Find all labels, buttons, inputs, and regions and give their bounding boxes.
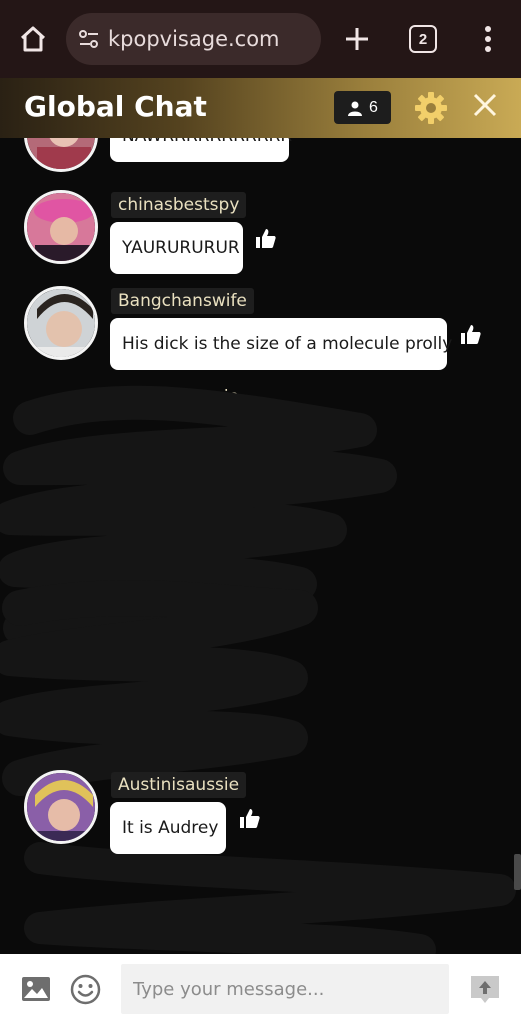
tab-switcher-button[interactable]: 2: [409, 25, 437, 53]
message-input[interactable]: [121, 964, 449, 1014]
site-settings-icon[interactable]: [78, 29, 100, 49]
send-icon[interactable]: [469, 974, 501, 1004]
message-username[interactable]: Austinisaussie: [111, 772, 247, 798]
home-icon[interactable]: [18, 24, 48, 54]
message-text: It is Audrey: [122, 818, 219, 838]
more-vert-icon[interactable]: [476, 22, 500, 56]
user-count: 6: [369, 98, 378, 116]
new-tab-plus-icon[interactable]: [340, 22, 374, 56]
emoji-icon[interactable]: [70, 974, 101, 1005]
message-bubble: It is Audrey: [110, 802, 226, 854]
person-icon: [348, 101, 363, 116]
url-text: kpopvisage.com: [108, 27, 280, 51]
browser-toolbar: kpopvisage.com 2: [0, 0, 521, 78]
message-list[interactable]: NAWRRRRRRRRRRR chinasbestspy YAURURURUR …: [0, 138, 521, 954]
address-bar[interactable]: kpopvisage.com: [66, 13, 321, 65]
scrollbar[interactable]: [514, 854, 521, 890]
avatar[interactable]: [24, 770, 98, 844]
chat-title: Global Chat: [24, 90, 207, 123]
chat-header: Global Chat 6: [0, 78, 521, 138]
online-users-badge[interactable]: 6: [334, 91, 391, 124]
close-icon[interactable]: [472, 92, 498, 118]
image-icon[interactable]: [21, 976, 51, 1002]
thumbs-up-icon[interactable]: [238, 808, 260, 828]
gear-icon[interactable]: [414, 91, 448, 125]
